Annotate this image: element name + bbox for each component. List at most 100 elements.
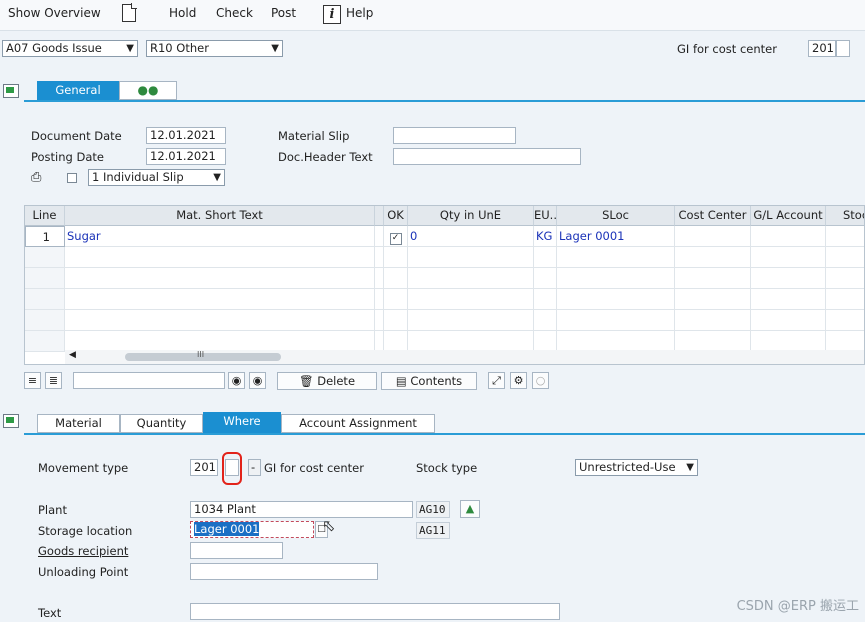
- document-date-field[interactable]: 12.01.2021: [146, 127, 226, 144]
- empty-cell[interactable]: [557, 331, 675, 352]
- empty-cell[interactable]: [534, 268, 557, 289]
- empty-cell[interactable]: [557, 247, 675, 268]
- table-search-field[interactable]: [73, 372, 225, 389]
- empty-cell[interactable]: [408, 289, 534, 310]
- empty-cell[interactable]: [751, 268, 826, 289]
- empty-cell[interactable]: [408, 268, 534, 289]
- empty-cell[interactable]: [675, 331, 751, 352]
- find-icon[interactable]: ◉: [228, 372, 245, 389]
- material-slip-field[interactable]: [393, 127, 516, 144]
- tab-partner[interactable]: ●●: [119, 81, 177, 100]
- cell-eu[interactable]: KG: [534, 226, 557, 247]
- cell-qty[interactable]: 0: [408, 226, 534, 247]
- empty-cell[interactable]: [25, 310, 65, 331]
- delete-button[interactable]: 🗑 Delete: [277, 372, 377, 390]
- empty-cell[interactable]: [826, 289, 864, 310]
- empty-cell[interactable]: [375, 247, 384, 268]
- help-button[interactable]: Help: [346, 6, 373, 20]
- plant-picture-icon[interactable]: ▲: [460, 500, 480, 518]
- empty-cell[interactable]: [675, 289, 751, 310]
- column-header-mat-short-text[interactable]: Mat. Short Text: [65, 206, 375, 226]
- empty-cell[interactable]: [826, 268, 864, 289]
- column-header-ok[interactable]: OK: [384, 206, 408, 226]
- storage-location-field[interactable]: Lager 0001: [190, 521, 314, 538]
- collapse-header-icon[interactable]: [3, 84, 19, 98]
- empty-cell[interactable]: [25, 289, 65, 310]
- transaction-select[interactable]: A07 Goods Issue ▼: [2, 40, 138, 57]
- contents-button[interactable]: ▤ Contents: [381, 372, 477, 390]
- column-header-gl-account[interactable]: G/L Account: [751, 206, 826, 226]
- column-header-line[interactable]: Line: [25, 206, 65, 226]
- empty-cell[interactable]: [534, 247, 557, 268]
- empty-cell[interactable]: [25, 331, 65, 352]
- empty-cell[interactable]: [25, 268, 65, 289]
- scrollbar-thumb[interactable]: III: [125, 350, 281, 361]
- empty-cell[interactable]: [384, 289, 408, 310]
- new-document-icon[interactable]: [122, 3, 137, 22]
- empty-cell[interactable]: [375, 310, 384, 331]
- cell-sloc[interactable]: Lager 0001: [557, 226, 675, 247]
- empty-cell[interactable]: [751, 310, 826, 331]
- select-all-icon[interactable]: ≡: [24, 372, 41, 389]
- hold-button[interactable]: Hold: [169, 6, 196, 20]
- empty-cell[interactable]: [25, 247, 65, 268]
- empty-cell[interactable]: [675, 310, 751, 331]
- empty-cell[interactable]: [408, 331, 534, 352]
- text-field[interactable]: [190, 603, 560, 620]
- goods-recipient-field[interactable]: [190, 542, 283, 559]
- cell-narrow[interactable]: [375, 226, 384, 247]
- info-icon[interactable]: i: [323, 5, 341, 24]
- empty-cell[interactable]: [65, 310, 375, 331]
- tab-general[interactable]: General: [37, 81, 119, 100]
- cell-mat-short-text[interactable]: Sugar: [65, 226, 375, 247]
- show-overview-button[interactable]: Show Overview: [8, 6, 101, 20]
- empty-cell[interactable]: [557, 289, 675, 310]
- cell-ok[interactable]: ✓: [384, 226, 408, 247]
- collapse-detail-icon[interactable]: [3, 414, 19, 428]
- posting-date-field[interactable]: 12.01.2021: [146, 148, 226, 165]
- print-checkbox[interactable]: [67, 173, 77, 183]
- post-button[interactable]: Post: [271, 6, 296, 20]
- empty-cell[interactable]: [65, 331, 375, 352]
- column-header-stock[interactable]: Stoc: [826, 206, 864, 226]
- tab-material[interactable]: Material: [37, 414, 120, 433]
- deselect-all-icon[interactable]: ≣: [45, 372, 62, 389]
- check-button[interactable]: Check: [216, 6, 253, 20]
- empty-cell[interactable]: [65, 247, 375, 268]
- empty-cell[interactable]: [408, 310, 534, 331]
- find-next-icon[interactable]: ◉: [249, 372, 266, 389]
- scroll-left-icon[interactable]: ◀: [69, 350, 76, 360]
- empty-cell[interactable]: [751, 289, 826, 310]
- goods-recipient-label[interactable]: Goods recipient: [38, 544, 128, 558]
- empty-cell[interactable]: [65, 268, 375, 289]
- empty-cell[interactable]: [534, 310, 557, 331]
- cell-gl-account[interactable]: [751, 226, 826, 247]
- empty-cell[interactable]: [751, 331, 826, 352]
- hierarchy-icon[interactable]: ⚙: [510, 372, 527, 389]
- expand-icon[interactable]: ⤢: [488, 372, 505, 389]
- movement-code-field[interactable]: 201: [808, 40, 836, 57]
- cell-cost-center[interactable]: [675, 226, 751, 247]
- horizontal-scrollbar[interactable]: ◀ III: [65, 350, 864, 364]
- empty-cell[interactable]: [826, 247, 864, 268]
- column-header-eu[interactable]: EU..: [534, 206, 557, 226]
- empty-cell[interactable]: [384, 310, 408, 331]
- checkbox-checked-icon[interactable]: ✓: [389, 233, 402, 245]
- empty-cell[interactable]: [675, 247, 751, 268]
- stock-type-select[interactable]: Unrestricted-Use ▼: [575, 459, 698, 476]
- print-version-select[interactable]: 1 Individual Slip ▼: [88, 169, 225, 186]
- column-header-cost-center[interactable]: Cost Center: [675, 206, 751, 226]
- empty-cell[interactable]: [675, 268, 751, 289]
- empty-cell[interactable]: [65, 289, 375, 310]
- tab-where[interactable]: Where: [203, 412, 281, 433]
- reference-select[interactable]: R10 Other ▼: [146, 40, 283, 57]
- plant-field[interactable]: 1034 Plant: [190, 501, 413, 518]
- empty-cell[interactable]: [384, 268, 408, 289]
- column-header-narrow[interactable]: [375, 206, 384, 226]
- empty-cell[interactable]: [557, 310, 675, 331]
- empty-cell[interactable]: [384, 247, 408, 268]
- empty-cell[interactable]: [826, 331, 864, 352]
- cell-stock[interactable]: [826, 226, 864, 247]
- tab-quantity[interactable]: Quantity: [120, 414, 203, 433]
- movement-code-extra-field[interactable]: [836, 40, 850, 57]
